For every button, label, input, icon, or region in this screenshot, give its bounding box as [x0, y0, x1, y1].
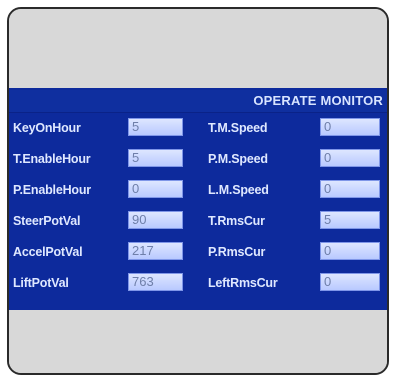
- parameter-value-box: 90: [128, 211, 183, 229]
- display-device-frame: OPERATE MONITOR KeyOnHour 5 T.M.Speed 0 …: [7, 7, 389, 375]
- top-bezel: [9, 9, 387, 88]
- screen-title: OPERATE MONITOR: [253, 93, 383, 108]
- monitor-row: SteerPotVal 90 T.RmsCur 5: [9, 211, 387, 231]
- parameter-value-box: 0: [128, 180, 183, 198]
- parameter-label: L.M.Speed: [208, 183, 269, 197]
- parameter-value-box: 0: [320, 273, 380, 291]
- monitor-row: LiftPotVal 763 LeftRmsCur 0: [9, 273, 387, 293]
- parameter-value-box: 5: [128, 149, 183, 167]
- monitor-row: AccelPotVal 217 P.RmsCur 0: [9, 242, 387, 262]
- parameter-label: P.M.Speed: [208, 152, 268, 166]
- parameter-label: T.EnableHour: [13, 152, 91, 166]
- monitor-row: KeyOnHour 5 T.M.Speed 0: [9, 118, 387, 138]
- parameter-label: P.RmsCur: [208, 245, 266, 259]
- parameter-label: SteerPotVal: [13, 214, 81, 228]
- bottom-bezel: [9, 310, 387, 373]
- screen-title-bar: OPERATE MONITOR: [9, 90, 387, 113]
- operate-monitor-screen: OPERATE MONITOR KeyOnHour 5 T.M.Speed 0 …: [9, 88, 387, 310]
- parameter-label: T.RmsCur: [208, 214, 265, 228]
- parameter-label: T.M.Speed: [208, 121, 268, 135]
- parameter-label: LiftPotVal: [13, 276, 69, 290]
- parameter-value-box: 217: [128, 242, 183, 260]
- monitor-row: T.EnableHour 5 P.M.Speed 0: [9, 149, 387, 169]
- parameter-label: LeftRmsCur: [208, 276, 278, 290]
- parameter-value-box: 0: [320, 242, 380, 260]
- monitor-row: P.EnableHour 0 L.M.Speed 0: [9, 180, 387, 200]
- parameter-label: KeyOnHour: [13, 121, 81, 135]
- parameter-label: AccelPotVal: [13, 245, 83, 259]
- parameter-label: P.EnableHour: [13, 183, 91, 197]
- parameter-value-box: 763: [128, 273, 183, 291]
- parameter-value-box: 0: [320, 118, 380, 136]
- parameter-value-box: 5: [128, 118, 183, 136]
- parameter-value-box: 0: [320, 149, 380, 167]
- parameter-value-box: 0: [320, 180, 380, 198]
- parameter-value-box: 5: [320, 211, 380, 229]
